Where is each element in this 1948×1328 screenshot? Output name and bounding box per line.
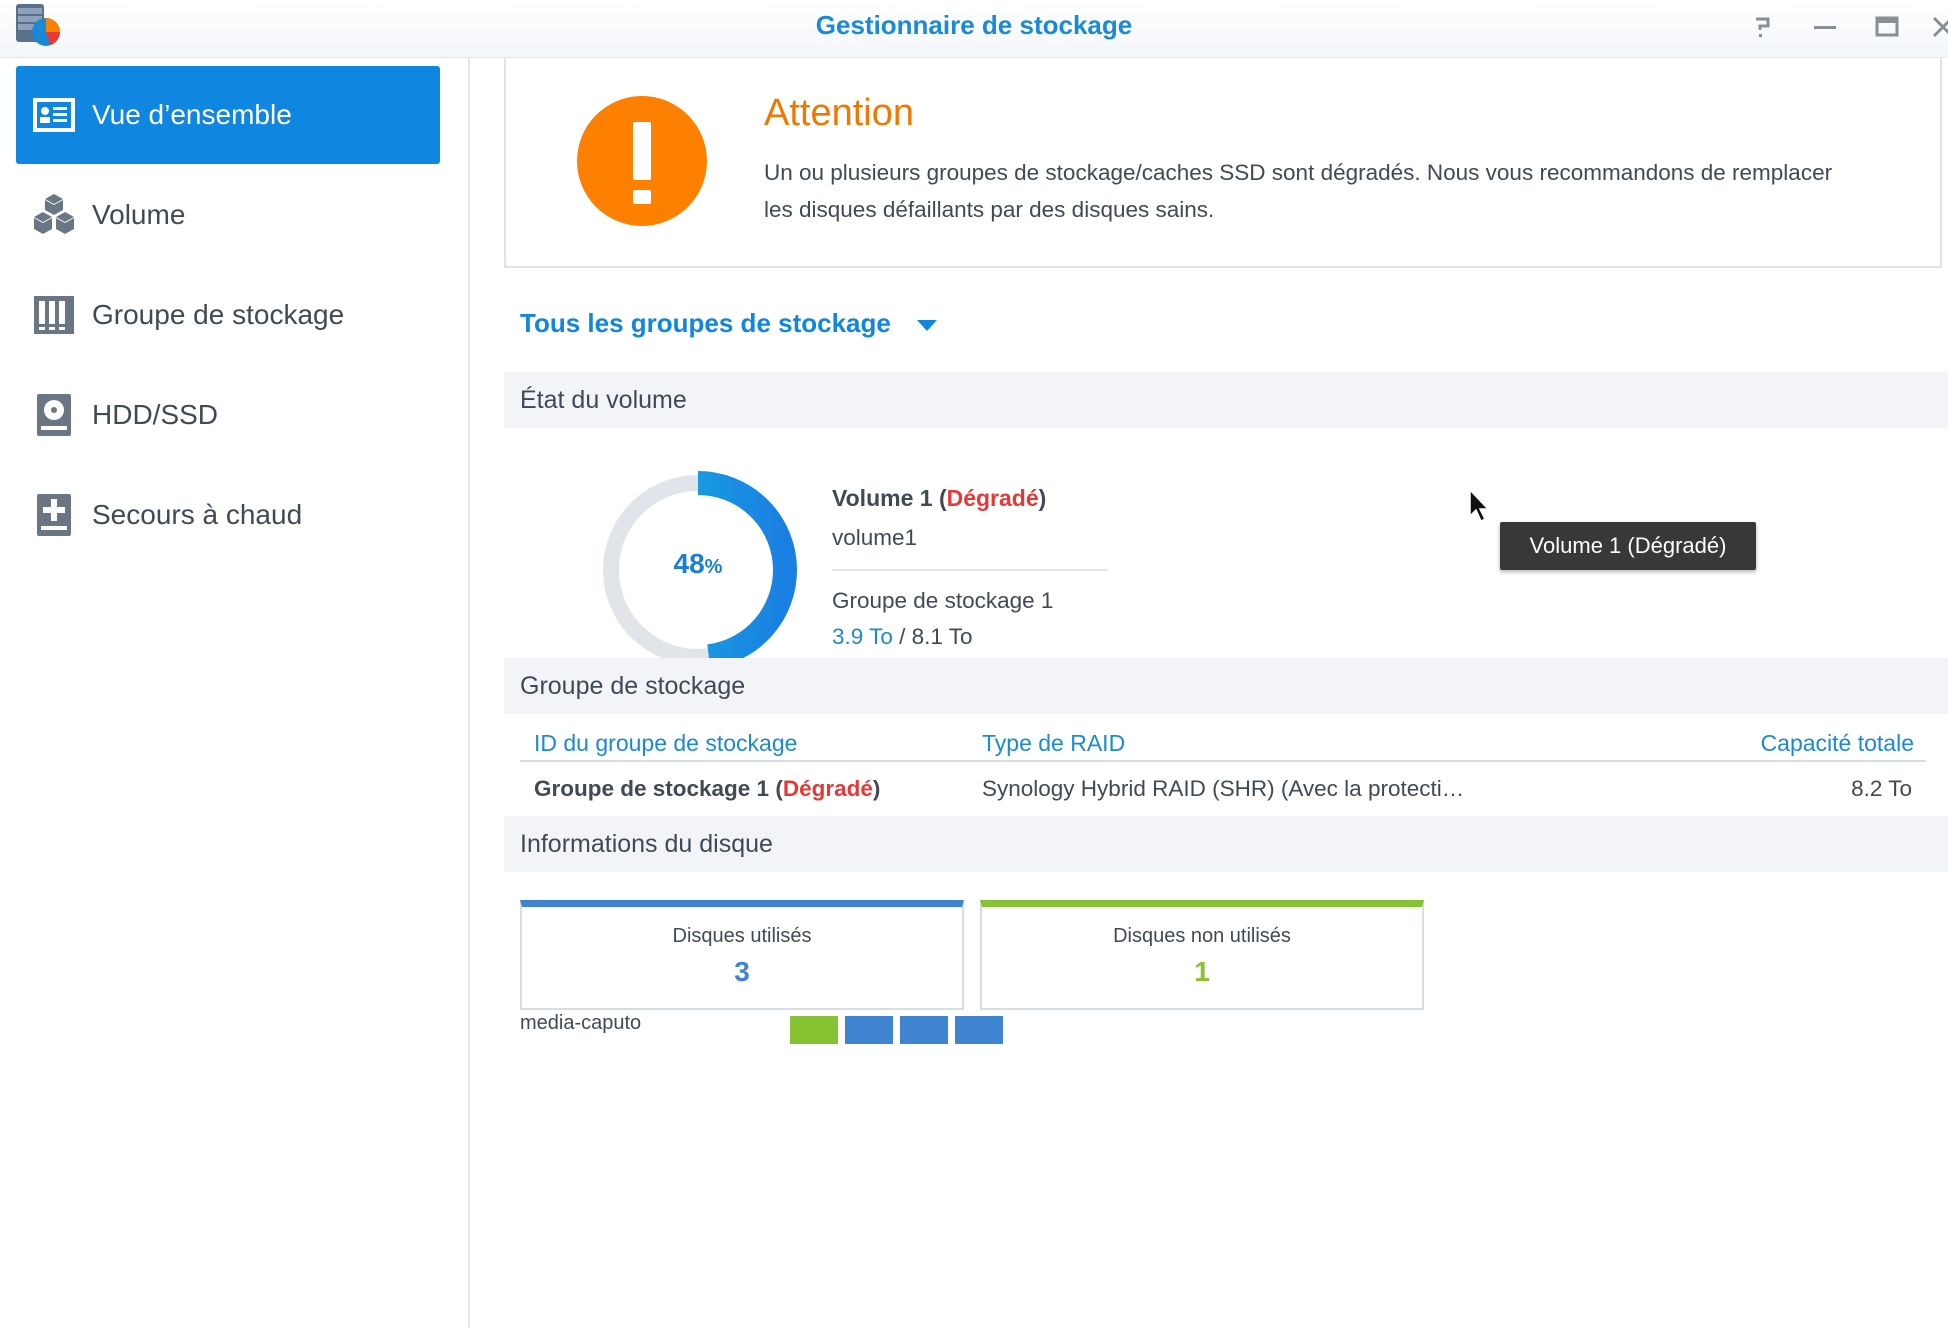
unused-disks-count: 1: [1194, 956, 1210, 987]
volume-capacity: 3.9 To / 8.1 To: [832, 624, 973, 650]
sidebar-item-volume[interactable]: Volume: [16, 166, 440, 264]
unused-disks-card[interactable]: Disques non utilisés 1: [980, 900, 1424, 1010]
volume-status-header: État du volume: [504, 372, 1948, 428]
pool-id-name: Groupe de stockage 1: [534, 776, 770, 801]
volume-status-badge: Dégradé: [946, 485, 1039, 511]
sidebar-item-label: HDD/SSD: [92, 399, 219, 430]
maximize-icon[interactable]: [1870, 10, 1904, 44]
help-icon[interactable]: [1746, 10, 1780, 44]
sidebar-item-hdd-ssd[interactable]: HDD/SSD: [16, 366, 440, 464]
volume-total-capacity: 8.1 To: [911, 624, 973, 649]
alert-message: Un ou plusieurs groupes de stockage/cach…: [764, 160, 1833, 222]
sidebar-item-overview[interactable]: Vue d’ensemble: [16, 66, 440, 164]
sidebar-item-label: Volume: [92, 199, 186, 230]
storage-group-selector[interactable]: Tous les groupes de stockage: [520, 308, 937, 339]
disk-slot-used[interactable]: [900, 1016, 948, 1044]
sidebar-item-label: Secours à chaud: [92, 499, 303, 530]
disk-slot-unused[interactable]: [790, 1016, 838, 1044]
disk-slot-used[interactable]: [845, 1016, 893, 1044]
raid-type-cell: Synology Hybrid RAID (SHR) (Avec la prot…: [982, 776, 1465, 801]
sidebar-item-label: Groupe de stockage: [92, 299, 345, 330]
title-bar: Gestionnaire de stockage: [0, 0, 1948, 58]
disk-info-header: Informations du disque: [504, 816, 1948, 872]
capacity-separator: /: [892, 624, 912, 649]
usage-percent-unit: %: [704, 556, 723, 578]
disk-slot-used[interactable]: [955, 1016, 1003, 1044]
warning-icon: [577, 96, 707, 226]
volume-divider: [832, 569, 1108, 571]
disk-icon: [30, 391, 78, 439]
storage-pool-table: ID du groupe de stockage Type de RAID Ca…: [520, 660, 1926, 822]
sidebar: Vue d’ensemble Volume Groupe de stockage…: [0, 58, 470, 1328]
overview-icon: [30, 91, 78, 139]
capacity-cell: 8.2 To: [1851, 776, 1912, 801]
usage-percent-value: 48: [673, 548, 705, 579]
volume-title[interactable]: Volume 1 (Dégradé): [832, 485, 1046, 512]
hot-spare-icon: [30, 491, 78, 539]
column-header-raid-type[interactable]: Type de RAID: [982, 730, 1125, 757]
sidebar-item-storage-pool[interactable]: Groupe de stockage: [16, 266, 440, 364]
window-title: Gestionnaire de stockage: [815, 10, 1133, 40]
volume-status-open: (: [938, 485, 947, 511]
table-header: ID du groupe de stockage Type de RAID Ca…: [520, 660, 1926, 762]
close-icon[interactable]: [1926, 10, 1948, 44]
used-disks-label: Disques utilisés: [672, 925, 812, 947]
volume-status-close: ): [1038, 485, 1047, 511]
pool-status-close: ): [872, 776, 881, 801]
nas-name: media-caputo: [520, 1012, 642, 1034]
mouse-cursor-icon: [1469, 488, 1490, 523]
alert-panel: Attention Un ou plusieurs groupes de sto…: [504, 58, 1942, 268]
volume-title-name: Volume 1: [832, 485, 933, 511]
column-header-capacity[interactable]: Capacité totale: [1761, 730, 1914, 757]
chevron-down-icon: [916, 320, 937, 331]
volume-tooltip: Volume 1 (Dégradé): [1500, 522, 1756, 570]
volume-used-capacity: 3.9 To: [832, 624, 893, 649]
pool-status-open: (: [769, 776, 783, 801]
alert-title: Attention: [764, 92, 914, 134]
storage-pool-icon: [30, 291, 78, 339]
cubes-icon: [30, 191, 78, 239]
minimize-icon[interactable]: [1808, 10, 1842, 44]
pool-status-badge: Dégradé: [782, 776, 873, 801]
sidebar-item-label: Vue d’ensemble: [92, 99, 292, 130]
unused-disks-label: Disques non utilisés: [1113, 925, 1291, 947]
volume-name: volume1: [832, 525, 918, 550]
usage-percent-label: 48%: [598, 548, 798, 580]
column-header-pool-id[interactable]: ID du groupe de stockage: [534, 730, 797, 757]
pool-id-cell: Groupe de stockage 1 (Dégradé): [534, 776, 880, 802]
main-content: Attention Un ou plusieurs groupes de sto…: [470, 58, 1948, 1328]
table-row[interactable]: Groupe de stockage 1 (Dégradé) Synology …: [520, 762, 1926, 822]
sidebar-item-hot-spare[interactable]: Secours à chaud: [16, 466, 440, 564]
volume-storage-group: Groupe de stockage 1: [832, 588, 1054, 613]
storage-group-selector-label: Tous les groupes de stockage: [520, 308, 891, 338]
used-disks-count: 3: [734, 956, 750, 987]
used-disks-card[interactable]: Disques utilisés 3: [520, 900, 964, 1010]
